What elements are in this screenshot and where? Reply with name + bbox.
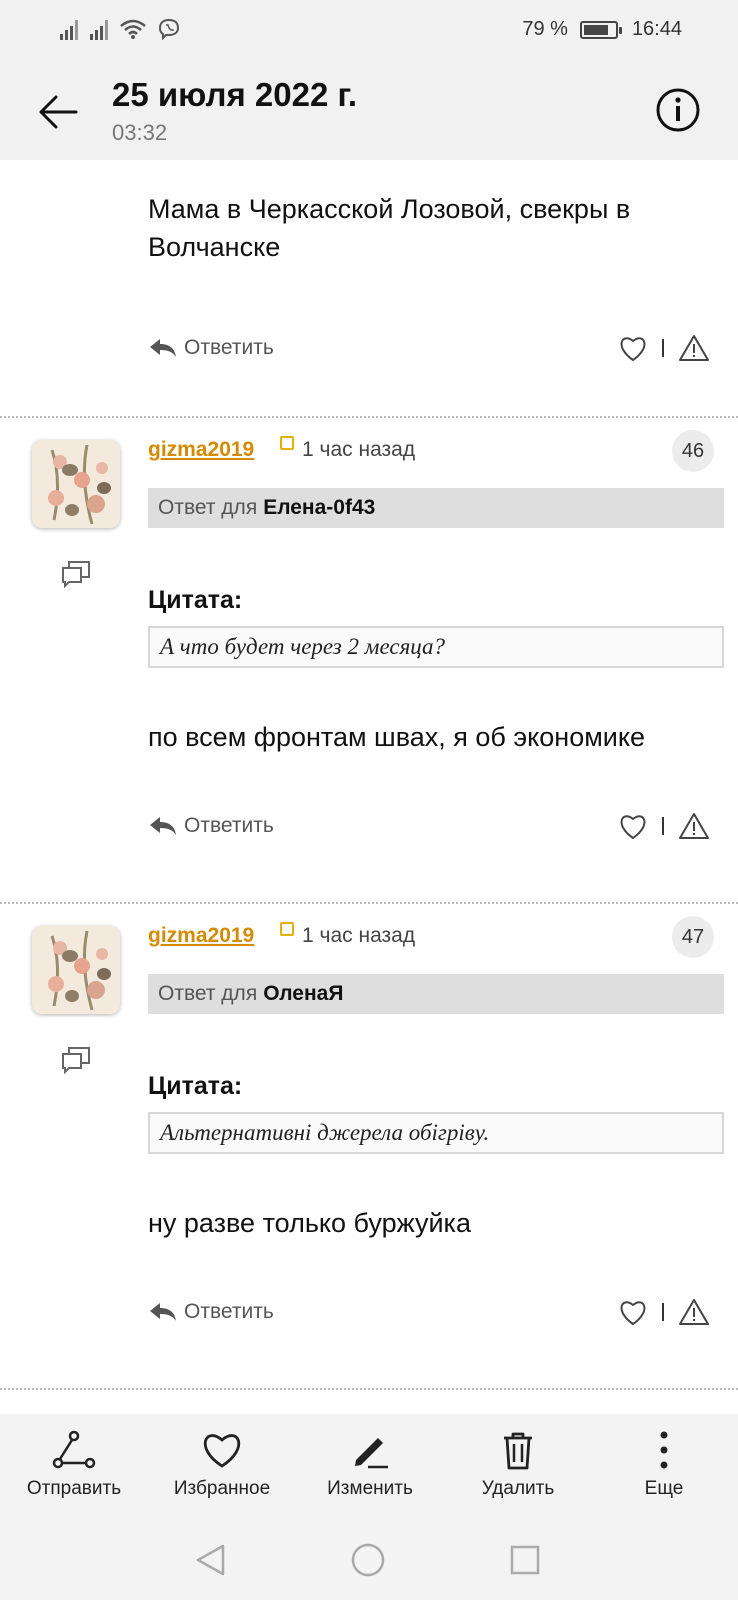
reply-to-prefix: Ответ для xyxy=(158,982,258,1005)
wifi-icon xyxy=(120,19,146,39)
comment-divider xyxy=(0,902,738,904)
reply-arrow-icon xyxy=(150,339,176,357)
reply-to-bar[interactable]: Ответ для ОленаЯ xyxy=(148,974,724,1014)
reply-label: Ответить xyxy=(184,336,274,359)
divider xyxy=(662,817,664,835)
share-icon xyxy=(52,1430,96,1469)
quote-text: А что будет через 2 месяца? xyxy=(148,626,724,668)
info-icon[interactable] xyxy=(654,86,702,134)
avatar[interactable] xyxy=(32,926,120,1014)
warning-icon[interactable] xyxy=(678,334,710,362)
comment-actions xyxy=(618,812,710,840)
comment-time: 1 час назад xyxy=(302,438,416,461)
comment-divider xyxy=(0,1388,738,1390)
page-title: 25 июля 2022 г. xyxy=(112,76,358,113)
favorite-label: Избранное xyxy=(173,1478,271,1499)
send-button[interactable]: Отправить xyxy=(4,1414,144,1520)
warning-icon[interactable] xyxy=(678,812,710,840)
nav-recents-button[interactable] xyxy=(505,1540,545,1580)
edit-button[interactable]: Изменить xyxy=(300,1414,440,1520)
edit-label: Изменить xyxy=(327,1478,413,1499)
trash-icon xyxy=(504,1432,532,1470)
quote-text: Альтернативні джерела обігріву. xyxy=(148,1112,724,1154)
more-label: Еще xyxy=(644,1478,684,1499)
post-text-line: Волчанске xyxy=(148,232,281,262)
app-header: 25 июля 2022 г. 03:32 xyxy=(0,64,738,160)
quote-icon[interactable] xyxy=(60,560,92,588)
clock: 16:44 xyxy=(631,18,682,40)
reply-button[interactable]: Ответить xyxy=(148,336,274,360)
comment-text: по всем фронтам швах, я об экономике xyxy=(148,722,645,752)
divider xyxy=(662,339,664,357)
signal-icon xyxy=(60,18,78,40)
warning-icon[interactable] xyxy=(678,1298,710,1326)
signal-icon-2 xyxy=(90,18,108,40)
viber-icon xyxy=(158,18,180,40)
square-recents-icon xyxy=(510,1545,540,1575)
favorite-button[interactable]: Избранное xyxy=(152,1414,292,1520)
avatar-image xyxy=(32,926,120,1014)
reply-to-prefix: Ответ для xyxy=(158,496,258,519)
quote-label: Цитата: xyxy=(148,586,243,614)
reply-to-user[interactable]: ОленаЯ xyxy=(263,982,343,1006)
post-text-line: Мама в Черкасской Лозовой, свекры в xyxy=(148,194,631,224)
heart-icon[interactable] xyxy=(618,1298,648,1326)
back-button[interactable] xyxy=(30,84,86,140)
reply-arrow-icon xyxy=(150,1303,176,1321)
reply-arrow-icon xyxy=(150,817,176,835)
comment-divider xyxy=(0,416,738,418)
send-label: Отправить xyxy=(26,1478,122,1499)
arrow-left-icon xyxy=(39,95,78,129)
reply-button[interactable]: Ответить xyxy=(148,814,274,838)
comment-text: ну разве только буржуйка xyxy=(148,1208,471,1238)
avatar[interactable] xyxy=(32,440,120,528)
post-text: Мама в Черкасской Лозовой, свекры в Волч… xyxy=(148,190,630,266)
post-actions xyxy=(618,334,710,362)
status-indicator xyxy=(280,436,294,450)
username-link[interactable]: gizma2019 xyxy=(148,438,254,462)
battery-percent: 79 % xyxy=(522,18,568,40)
heart-icon xyxy=(203,1434,241,1468)
avatar-image xyxy=(32,440,120,528)
triangle-back-icon xyxy=(196,1544,225,1576)
system-nav-bar xyxy=(0,1520,738,1600)
status-icons-left xyxy=(60,18,180,40)
bottom-toolbar: Отправить Избранное Изменить Удалить Еще xyxy=(0,1414,738,1520)
status-bar: 79 % 16:44 xyxy=(0,0,738,64)
quote-label: Цитата: xyxy=(148,1072,243,1100)
comment-time: 1 час назад xyxy=(302,924,416,947)
reply-to-user[interactable]: Елена-0f43 xyxy=(263,496,375,520)
comment-actions xyxy=(618,1298,710,1326)
reply-label: Ответить xyxy=(184,814,274,837)
page-subtitle: 03:32 xyxy=(112,120,168,145)
status-indicator xyxy=(280,922,294,936)
battery-icon xyxy=(579,20,622,39)
comment-number-badge: 47 xyxy=(672,916,714,958)
reply-label: Ответить xyxy=(184,1300,274,1323)
heart-icon[interactable] xyxy=(618,334,648,362)
status-icons-right: 79 % 16:44 xyxy=(522,18,682,41)
more-vertical-icon xyxy=(660,1431,668,1469)
divider xyxy=(662,1303,664,1321)
comment-number-badge: 46 xyxy=(672,430,714,472)
more-button[interactable]: Еще xyxy=(594,1414,734,1520)
quote-icon[interactable] xyxy=(60,1046,92,1074)
nav-back-button[interactable] xyxy=(190,1540,230,1580)
reply-to-bar[interactable]: Ответ для Елена-0f43 xyxy=(148,488,724,528)
heart-icon[interactable] xyxy=(618,812,648,840)
reply-button[interactable]: Ответить xyxy=(148,1300,274,1324)
delete-label: Удалить xyxy=(481,1478,555,1499)
circle-home-icon xyxy=(351,1543,385,1577)
nav-home-button[interactable] xyxy=(348,1540,388,1580)
delete-button[interactable]: Удалить xyxy=(448,1414,588,1520)
username-link[interactable]: gizma2019 xyxy=(148,924,254,948)
pencil-icon xyxy=(355,1438,388,1469)
